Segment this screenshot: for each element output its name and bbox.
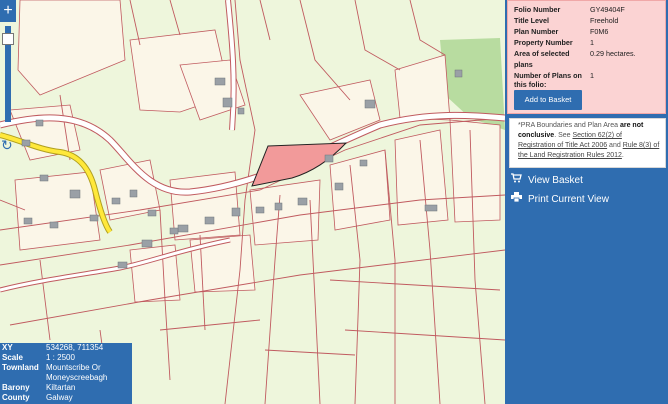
folio-key: Plan Number (514, 27, 559, 36)
folio-key: Property Number (514, 38, 573, 47)
print-current-view-link[interactable]: Print Current View (509, 191, 659, 209)
info-row-scale: Scale 1 : 2500 (0, 353, 132, 363)
folio-value: F0M6 (590, 27, 609, 36)
notice-prefix: *PRA Boundaries and Plan Area (518, 122, 620, 129)
info-value: 1 : 2500 (46, 353, 75, 362)
folio-key: Area of selected plans (514, 49, 570, 69)
notice-see: . See (554, 132, 573, 139)
view-basket-link[interactable]: View Basket (509, 172, 659, 190)
folio-value: GY49404F (590, 5, 625, 14)
folio-row: Area of selected plans 0.29 hectares. (508, 48, 665, 70)
info-key: County (2, 393, 30, 402)
info-row-xy: XY 534268, 711354 (0, 343, 132, 353)
folio-key: Title Level (514, 16, 550, 25)
folio-value: 1 (590, 38, 594, 47)
notice-end: . (621, 152, 624, 159)
info-key: XY (2, 343, 13, 352)
folio-row: Number of Plans on this folio: 1 (508, 70, 665, 89)
map-info-box: XY 534268, 711354 Scale 1 : 2500 Townlan… (0, 343, 132, 404)
folio-value: 0.29 hectares. (590, 49, 636, 58)
folio-details: Folio Number GY49404F Title Level Freeho… (507, 0, 666, 114)
folio-value: Freehold (590, 16, 619, 25)
zoom-control: + (0, 0, 16, 22)
folio-row: Title Level Freehold (508, 15, 665, 26)
info-value: Kiltartan (46, 383, 76, 392)
folio-key: Number of Plans on this folio: (514, 71, 582, 89)
info-value: Mountscribe Or Moneyscreebagh (46, 363, 108, 382)
info-key: Townland (2, 363, 39, 372)
notice-and: and (607, 142, 623, 149)
folio-row: Folio Number GY49404F (508, 4, 665, 15)
add-to-basket-button[interactable]: Add to Basket (514, 90, 582, 110)
info-row-townland: Townland Mountscribe Or Moneyscreebagh (0, 363, 132, 383)
side-panel: Folio Number GY49404F Title Level Freeho… (505, 0, 668, 404)
info-row-barony: Barony Kiltartan (0, 383, 132, 393)
info-value: 534268, 711354 (46, 343, 104, 352)
folio-row: Plan Number F0M6 (508, 26, 665, 37)
info-row-county: County Galway (0, 393, 132, 403)
folio-key: Folio Number (514, 5, 561, 14)
info-key: Scale (2, 353, 23, 362)
view-basket-label: View Basket (528, 175, 583, 186)
zoom-in-button[interactable]: + (0, 0, 16, 22)
print-view-label: Print Current View (528, 194, 609, 205)
print-icon (509, 191, 523, 209)
pra-notice: *PRA Boundaries and Plan Area are not co… (509, 118, 666, 168)
info-value: Galway (46, 393, 73, 402)
folio-value (590, 90, 659, 101)
folio-row: Property Number 1 (508, 37, 665, 48)
cart-icon (509, 172, 523, 190)
zoom-slider-handle[interactable] (2, 33, 14, 45)
refresh-icon[interactable]: ↻ (1, 138, 15, 152)
folio-value: 1 (590, 71, 594, 80)
info-key: Barony (2, 383, 30, 392)
